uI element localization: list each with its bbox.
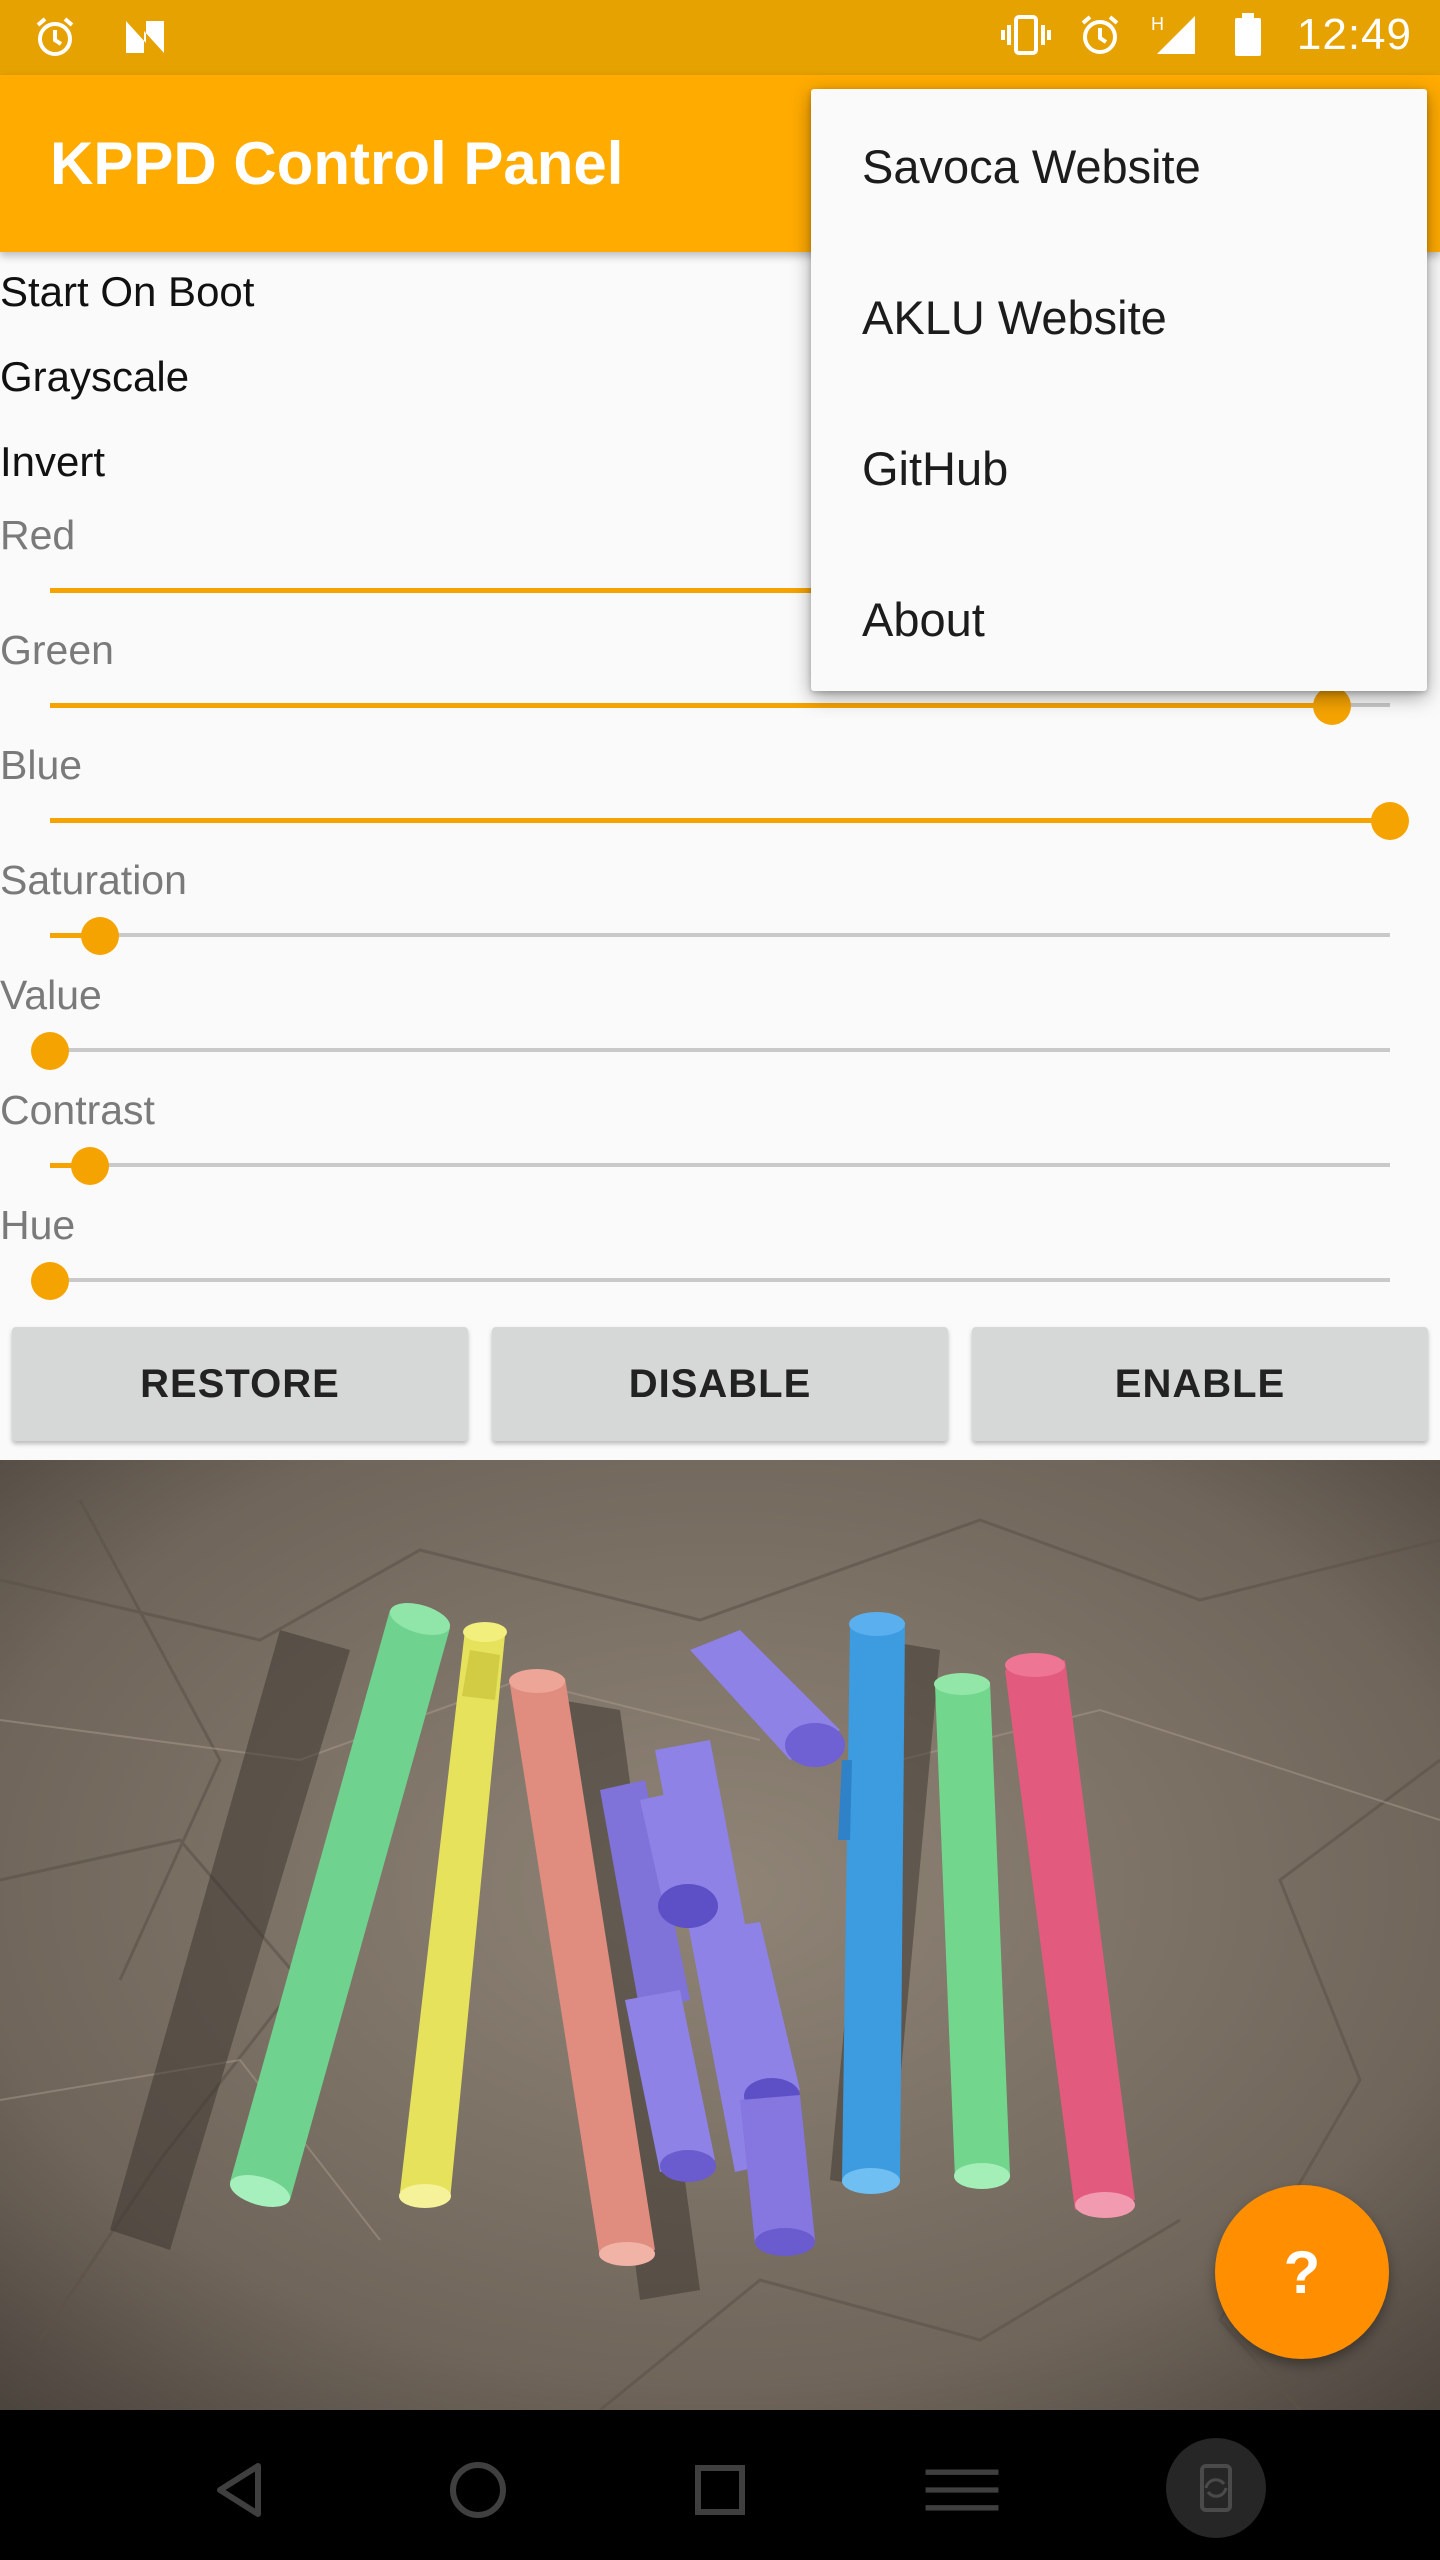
slider-track <box>50 933 1390 937</box>
value-slider[interactable] <box>31 1022 1390 1078</box>
blue-slider[interactable] <box>50 792 1409 848</box>
saturation-slider[interactable] <box>50 907 1390 963</box>
menu-item-github[interactable]: GitHub <box>862 441 1008 496</box>
disable-button[interactable]: DISABLE <box>492 1327 948 1441</box>
blue-slider-label: Blue <box>0 742 83 788</box>
svg-text:H: H <box>1151 14 1164 34</box>
signal-icon: H <box>1149 10 1199 60</box>
status-bar: H 12:49 <box>0 0 1440 75</box>
menu-item-savoca-website[interactable]: Savoca Website <box>862 139 1201 194</box>
back-icon[interactable] <box>200 2450 280 2530</box>
menu-item-about[interactable]: About <box>862 592 985 647</box>
saturation-slider-label: Saturation <box>0 857 187 903</box>
slider-thumb[interactable] <box>1371 802 1409 840</box>
navigation-bar <box>0 2410 1440 2560</box>
alarm-icon <box>1075 10 1125 60</box>
menu-item-aklu-website[interactable]: AKLU Website <box>862 290 1167 345</box>
hue-slider[interactable] <box>31 1252 1390 1308</box>
green-slider-label: Green <box>0 627 114 673</box>
start-on-boot-toggle[interactable]: Start On Boot <box>0 268 254 316</box>
slider-thumb[interactable] <box>71 1147 110 1185</box>
contrast-slider-label: Contrast <box>0 1087 155 1133</box>
slider-thumb[interactable] <box>80 917 119 955</box>
slider-thumb[interactable] <box>31 1032 69 1070</box>
slider-track <box>50 1278 1390 1282</box>
value-slider-label: Value <box>0 972 102 1018</box>
invert-toggle[interactable]: Invert <box>0 438 105 486</box>
slider-fill <box>50 818 1390 823</box>
rotate-icon[interactable] <box>1166 2438 1266 2538</box>
enable-button[interactable]: ENABLE <box>972 1327 1428 1441</box>
restore-button[interactable]: RESTORE <box>12 1327 468 1441</box>
slider-fill <box>50 703 1333 708</box>
n-logo-icon <box>120 12 170 62</box>
status-time: 12:49 <box>1296 10 1412 59</box>
alarm-icon <box>30 12 80 62</box>
red-slider-label: Red <box>0 512 76 558</box>
home-icon[interactable] <box>438 2450 518 2530</box>
overflow-menu: Savoca Website AKLU Website GitHub About <box>811 89 1427 691</box>
slider-thumb[interactable] <box>1313 687 1352 725</box>
grayscale-toggle[interactable]: Grayscale <box>0 353 189 401</box>
help-fab[interactable]: ? <box>1215 2185 1389 2359</box>
recents-icon[interactable] <box>680 2450 760 2530</box>
battery-icon <box>1223 10 1273 60</box>
contrast-slider[interactable] <box>50 1137 1390 1193</box>
menu-icon[interactable] <box>922 2450 1002 2530</box>
hue-slider-label: Hue <box>0 1202 76 1248</box>
app-title: KPPD Control Panel <box>50 130 624 197</box>
slider-thumb[interactable] <box>31 1262 69 1300</box>
slider-track <box>50 1048 1390 1052</box>
slider-track <box>50 1163 1390 1167</box>
vibrate-icon <box>1000 10 1051 60</box>
